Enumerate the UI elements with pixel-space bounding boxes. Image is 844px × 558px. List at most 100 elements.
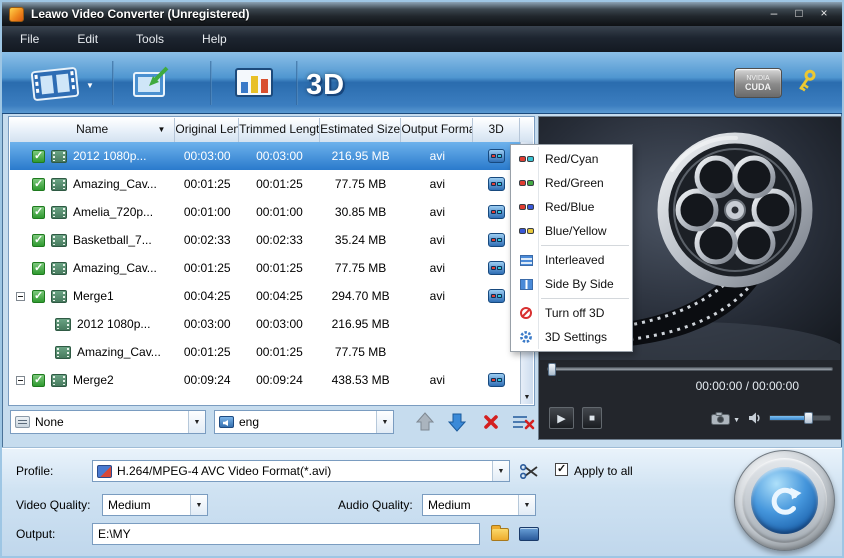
row-output-format: avi [401,205,473,219]
glasses-red-green-icon [519,180,534,186]
row-checkbox[interactable] [32,234,45,247]
3d-mode-icon[interactable] [488,233,505,247]
3d-mode-icon[interactable] [488,373,505,387]
column-header-3d[interactable]: 3D [473,118,520,142]
3d-mode-icon[interactable] [488,149,505,163]
snapshot-button[interactable] [711,409,740,427]
audio-track-select[interactable]: eng [214,410,394,434]
convert-button[interactable] [734,450,835,551]
close-button[interactable]: × [814,6,834,22]
minimize-button[interactable]: – [764,6,784,22]
table-row[interactable]: Basketball_7... 00:02:33 00:02:33 35.24 … [10,226,520,254]
output-path-input[interactable]: E:\MY [92,523,480,545]
row-checkbox[interactable] [32,178,45,191]
row-checkbox[interactable] [32,262,45,275]
menu-item-red-cyan[interactable]: Red/Cyan [511,147,632,171]
subtitle-dropdown-icon[interactable] [188,411,205,433]
menu-item-red-green[interactable]: Red/Green [511,171,632,195]
seek-track[interactable] [547,367,833,371]
add-photo-button[interactable] [128,64,172,102]
table-row[interactable]: Amazing_Cav... 00:01:25 00:01:25 77.75 M… [10,254,520,282]
menu-edit[interactable]: Edit [77,32,98,46]
browse-output-button[interactable] [488,524,512,544]
folder-icon [491,528,509,541]
stop-button[interactable] [582,407,602,429]
row-trimmed-length: 00:02:33 [239,233,320,247]
menu-tools[interactable]: Tools [136,32,164,46]
column-header-original-length[interactable]: Original Length [175,118,239,142]
volume-slider[interactable] [769,415,831,421]
edit-profile-button[interactable] [516,460,542,482]
menu-item-red-blue[interactable]: Red/Blue [511,195,632,219]
row-checkbox[interactable] [32,290,45,303]
play-button[interactable] [549,407,574,429]
profile-select[interactable]: H.264/MPEG-4 AVC Video Format(*.avi) [92,460,510,482]
move-down-button[interactable] [444,411,470,433]
table-row[interactable]: Merge2 00:09:24 00:09:24 438.53 MB avi [10,366,520,394]
maximize-button[interactable]: □ [789,6,809,22]
video-quality-select[interactable]: Medium [102,494,208,516]
audio-quality-dropdown-icon[interactable] [518,495,535,515]
video-file-icon [55,346,71,359]
column-header-output-format[interactable]: Output Format [401,118,473,142]
app-window: Leawo Video Converter (Unregistered) – □… [0,0,844,558]
row-output-format: avi [401,149,473,163]
menu-item-3d-settings[interactable]: 3D Settings [511,325,632,349]
snapshot-dropdown-icon[interactable] [733,409,740,427]
nvidia-cuda-badge[interactable]: NVIDIA CUDA [734,68,782,98]
video-quality-label: Video Quality: [16,498,91,512]
column-header-estimated-size[interactable]: Estimated Size [320,118,402,142]
table-row[interactable]: Amelia_720p... 00:01:00 00:01:00 30.85 M… [10,198,520,226]
menu-item-interleaved[interactable]: Interleaved [511,248,632,272]
row-original-length: 00:03:00 [175,317,239,331]
column-header-trimmed-length[interactable]: Trimmed Length [239,118,320,142]
row-checkbox[interactable] [32,374,45,387]
add-video-dropdown-icon[interactable] [82,75,94,93]
table-row[interactable]: 2012 1080p... 00:03:00 00:03:00 216.95 M… [10,310,520,338]
scroll-down-icon[interactable] [521,392,533,404]
collapse-icon[interactable] [16,376,25,385]
menu-help[interactable]: Help [202,32,227,46]
menu-item-side-by-side[interactable]: Side By Side [511,272,632,296]
output-label: Output: [16,527,55,541]
row-checkbox[interactable] [32,150,45,163]
clear-list-button[interactable] [508,411,538,433]
audio-quality-select[interactable]: Medium [422,494,536,516]
add-video-button[interactable] [28,64,94,104]
apply-to-all-checkbox[interactable] [555,463,568,476]
merge-button[interactable] [232,64,276,102]
open-folder-icon [519,527,539,541]
3d-button[interactable]: 3D [306,69,345,102]
row-estimated-size: 216.95 MB [320,149,402,163]
column-header-name[interactable]: Name [10,118,175,142]
collapse-icon[interactable] [16,292,25,301]
3d-mode-icon[interactable] [488,289,505,303]
glasses-red-cyan-icon [519,156,534,162]
seek-bar[interactable] [539,361,841,377]
audio-dropdown-icon[interactable] [376,411,393,433]
toolbar-separator [296,61,298,105]
volume-icon[interactable] [748,412,761,424]
video-file-icon [55,318,71,331]
open-output-button[interactable] [516,524,542,544]
profile-dropdown-icon[interactable] [492,461,509,481]
table-row[interactable]: Merge1 00:04:25 00:04:25 294.70 MB avi [10,282,520,310]
remove-file-button[interactable] [478,411,504,433]
menu-item-turn-off-3d[interactable]: Turn off 3D [511,301,632,325]
3d-mode-icon[interactable] [488,261,505,275]
seek-thumb[interactable] [548,363,556,376]
video-quality-dropdown-icon[interactable] [190,495,207,515]
subtitle-select[interactable]: None [10,410,206,434]
table-row[interactable]: Amazing_Cav... 00:01:25 00:01:25 77.75 M… [10,170,520,198]
move-up-button[interactable] [412,411,438,433]
table-row[interactable]: 2012 1080p... 00:03:00 00:03:00 216.95 M… [10,142,520,170]
table-row[interactable]: Amazing_Cav... 00:01:25 00:01:25 77.75 M… [10,338,520,366]
menu-item-blue-yellow[interactable]: Blue/Yellow [511,219,632,243]
row-checkbox[interactable] [32,206,45,219]
3d-mode-icon[interactable] [488,177,505,191]
menu-file[interactable]: File [20,32,39,46]
register-key-button[interactable] [796,68,816,101]
volume-thumb[interactable] [804,412,813,424]
3d-mode-icon[interactable] [488,205,505,219]
row-name: Merge1 [73,289,114,303]
